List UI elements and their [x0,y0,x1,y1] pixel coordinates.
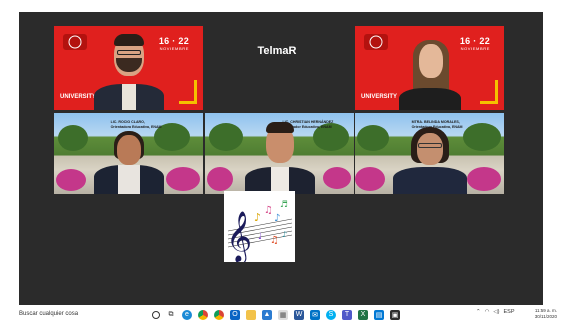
participant-tile-top-left[interactable]: 16 · 22 NOVIEMBRE UNIVERSITY [54,26,203,110]
svg-text:♬: ♬ [280,200,288,210]
participant-video [355,26,504,110]
teams-icon[interactable]: T [342,309,352,320]
participant-tile-middle-center[interactable]: LIC. CHRISTIAN HERNÁNDEZ Orientador Educ… [205,113,354,194]
photos-icon[interactable]: ▲ [262,309,272,320]
task-view-icon[interactable]: ⧉ [166,310,176,320]
chrome-icon[interactable] [198,309,208,320]
svg-text:♫: ♫ [264,205,273,216]
taskbar-clock[interactable]: 11:59 a. m. 30/11/2020 [523,308,557,320]
participant-tile-top-right[interactable]: 16 · 22 NOVIEMBRE UNIVERSITY [355,26,504,110]
outlook-icon[interactable]: O [230,309,240,320]
word-icon[interactable]: W [294,309,304,320]
participant-video [54,113,203,194]
windows-taskbar: Buscar cualquier cosa ⧉ e O ▲ ▦ W ✉ S T … [0,306,562,322]
svg-text:♪: ♪ [254,211,261,224]
volume-icon[interactable]: ◁) [493,309,499,315]
language-indicator[interactable]: ESP [503,309,514,315]
participant-name-label: TelmaR [257,45,297,57]
participant-tile-middle-left[interactable]: LIC. ROCIO CLARO, Orientadora Educativa,… [54,113,203,194]
svg-text:♩: ♩ [258,232,262,242]
svg-text:♫: ♫ [270,235,279,246]
participant-video [54,26,203,110]
cortana-icon[interactable] [152,310,160,319]
svg-text:𝄞: 𝄞 [226,211,252,262]
participant-tile-middle-right[interactable]: MTRA. BELINDA MORALES, Orientadora Educa… [355,113,504,194]
taskbar-pinned-apps: ⧉ e O ▲ ▦ W ✉ S T X ▤ ▣ [152,308,400,321]
svg-text:♪: ♪ [274,213,280,224]
excel-icon[interactable]: X [358,309,368,320]
system-tray: ⌃ ◠ ◁) ESP [476,309,515,315]
music-notes-image: 𝄞 ♪ ♫ ♪ ♬ ♩ ♫ ♪ [224,191,295,264]
taskbar-search-input[interactable]: Buscar cualquier cosa [19,309,142,320]
participant-video [205,113,354,194]
edge-icon[interactable]: e [182,309,192,320]
active-app-icon[interactable]: ▣ [390,309,400,320]
mail-icon[interactable]: ✉ [310,309,320,320]
wifi-icon[interactable]: ◠ [485,309,490,315]
calendar-icon[interactable]: ▤ [374,309,384,320]
svg-text:♪: ♪ [282,230,287,239]
skype-icon[interactable]: S [326,309,336,320]
file-explorer-icon[interactable] [246,309,256,320]
treble-clef-icon: 𝄞 ♪ ♫ ♪ ♬ ♩ ♫ ♪ [226,200,293,264]
participant-video [355,113,504,194]
chevron-up-icon[interactable]: ⌃ [476,309,481,315]
chrome-icon[interactable] [214,309,224,320]
store-icon[interactable]: ▦ [278,309,288,320]
